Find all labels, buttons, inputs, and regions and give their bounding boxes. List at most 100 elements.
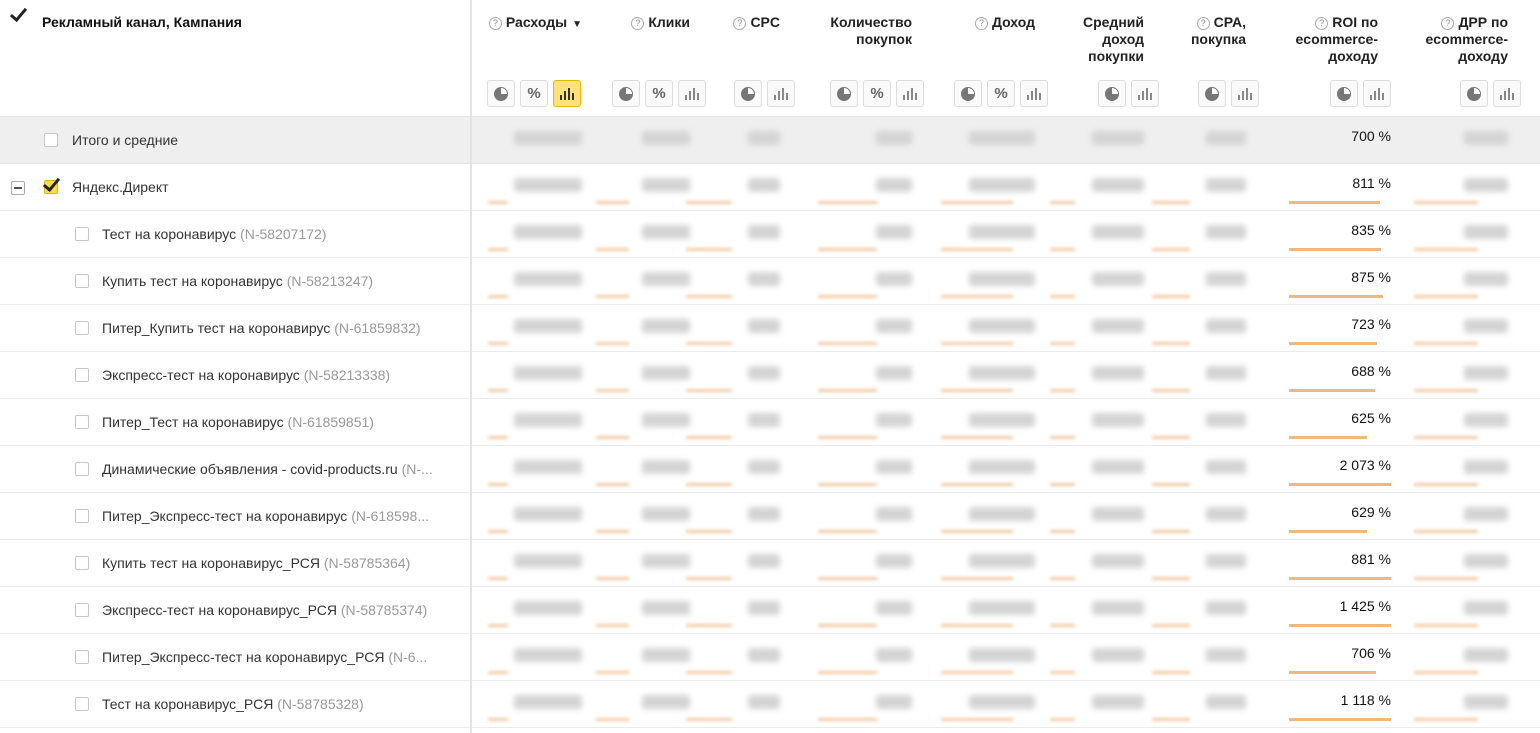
value-bar xyxy=(596,530,629,533)
roi-bar xyxy=(1289,624,1391,627)
pie-view-button[interactable] xyxy=(612,80,640,107)
column-title-clicks[interactable]: ? Клики xyxy=(631,14,690,31)
value-bar xyxy=(1414,436,1478,439)
campaign-checkbox[interactable] xyxy=(75,556,89,570)
help-icon[interactable]: ? xyxy=(1441,17,1455,30)
bars-view-button[interactable] xyxy=(1231,80,1259,107)
column-title-roi[interactable]: ? ROI по ecommerce-доходу xyxy=(1296,14,1379,65)
pie-view-button[interactable] xyxy=(1460,80,1488,107)
total-label: Итого и средние xyxy=(72,132,179,148)
value-bar xyxy=(818,248,877,251)
pie-view-button[interactable] xyxy=(954,80,982,107)
campaign-name[interactable]: Тест на коронавирус_РСЯ (N-58785328) xyxy=(102,696,364,712)
campaign-checkbox[interactable] xyxy=(75,274,89,288)
help-icon[interactable]: ? xyxy=(733,17,747,30)
percent-view-button[interactable]: % xyxy=(645,80,673,107)
pie-view-button[interactable] xyxy=(487,80,515,107)
percent-view-button[interactable]: % xyxy=(520,80,548,107)
pie-chart-icon xyxy=(1337,86,1351,101)
value-bar xyxy=(1152,436,1190,439)
campaign-checkbox[interactable] xyxy=(75,321,89,335)
blurred-value xyxy=(1206,272,1246,286)
campaign-name[interactable]: Питер_Тест на коронавирус (N-61859851) xyxy=(102,414,374,430)
blurred-value xyxy=(876,366,912,380)
campaign-checkbox[interactable] xyxy=(75,603,89,617)
pie-chart-icon xyxy=(619,86,633,101)
bars-view-button[interactable] xyxy=(553,80,581,107)
select-all-checkbox[interactable] xyxy=(12,11,26,25)
blurred-value xyxy=(1206,319,1246,333)
value-bar xyxy=(686,624,732,627)
column-title-drr[interactable]: ? ДРР по ecommerce-доходу xyxy=(1426,14,1509,65)
value-bar xyxy=(1414,389,1478,392)
blurred-value xyxy=(514,648,582,662)
pie-view-button[interactable] xyxy=(1330,80,1358,107)
pie-view-button[interactable] xyxy=(734,80,762,107)
sort-desc-icon[interactable]: ▼ xyxy=(572,19,582,30)
pie-chart-icon xyxy=(494,86,508,101)
bars-view-button[interactable] xyxy=(1493,80,1521,107)
percent-icon: % xyxy=(870,85,884,102)
help-icon[interactable]: ? xyxy=(488,17,502,30)
campaign-name[interactable]: Тест на коронавирус (N-58207172) xyxy=(102,226,326,242)
column-title-revenue[interactable]: ? Доход xyxy=(974,14,1035,31)
value-bar xyxy=(488,718,508,721)
dimension-header-title[interactable]: Рекламный канал, Кампания xyxy=(42,14,242,30)
campaign-name[interactable]: Экспресс-тест на коронавирус (N-58213338… xyxy=(102,367,390,383)
campaign-name[interactable]: Экспресс-тест на коронавирус_РСЯ (N-5878… xyxy=(102,602,427,618)
bars-view-button[interactable] xyxy=(678,80,706,107)
collapse-icon[interactable] xyxy=(11,181,25,195)
percent-view-button[interactable]: % xyxy=(987,80,1015,107)
value-bar xyxy=(686,295,732,298)
help-icon[interactable]: ? xyxy=(1315,17,1329,30)
campaign-name[interactable]: Питер_Купить тест на коронавирус (N-6185… xyxy=(102,320,421,336)
help-icon[interactable]: ? xyxy=(1196,17,1210,30)
column-title-avg_revenue[interactable]: Средний доход покупки xyxy=(1083,14,1144,65)
value-bar xyxy=(686,530,732,533)
pie-view-button[interactable] xyxy=(1098,80,1126,107)
value-bar xyxy=(686,718,732,721)
value-bar xyxy=(1414,248,1478,251)
pie-view-button[interactable] xyxy=(1198,80,1226,107)
group-checkbox[interactable] xyxy=(44,180,58,194)
column-view-buttons: % xyxy=(487,80,581,107)
campaign-row-label: Питер_Купить тест на коронавирус (N-6185… xyxy=(0,305,470,352)
value-bar xyxy=(818,436,877,439)
column-title-spend[interactable]: ? Расходы ▼ xyxy=(488,14,582,33)
campaign-name[interactable]: Питер_Экспресс-тест на коронавирус_РСЯ (… xyxy=(102,649,427,665)
campaign-checkbox[interactable] xyxy=(75,650,89,664)
blurred-value xyxy=(876,225,912,239)
value-bar xyxy=(488,389,508,392)
percent-view-button[interactable]: % xyxy=(863,80,891,107)
blurred-value xyxy=(514,413,582,427)
campaign-name[interactable]: Купить тест на коронавирус_РСЯ (N-587853… xyxy=(102,555,410,571)
campaign-name[interactable]: Питер_Экспресс-тест на коронавирус (N-61… xyxy=(102,508,429,524)
help-icon[interactable]: ? xyxy=(974,17,988,30)
bars-view-button[interactable] xyxy=(1020,80,1048,107)
help-icon[interactable]: ? xyxy=(631,17,645,30)
column-title-purchases[interactable]: Количество покупок xyxy=(830,14,912,48)
campaign-checkbox[interactable] xyxy=(75,697,89,711)
campaign-name[interactable]: Купить тест на коронавирус (N-58213247) xyxy=(102,273,373,289)
column-title-cpc[interactable]: ? CPC xyxy=(733,14,780,31)
campaign-name[interactable]: Динамические объявления - covid-products… xyxy=(102,461,433,477)
campaign-checkbox[interactable] xyxy=(75,368,89,382)
bars-view-button[interactable] xyxy=(767,80,795,107)
bars-view-button[interactable] xyxy=(1131,80,1159,107)
blurred-value xyxy=(1464,460,1508,474)
percent-icon: % xyxy=(527,85,541,102)
campaign-checkbox[interactable] xyxy=(75,415,89,429)
campaign-id: (N-58213338) xyxy=(303,367,391,383)
column-title-cpa[interactable]: ? CPA, покупка xyxy=(1191,14,1246,48)
blurred-value xyxy=(876,695,912,709)
campaign-checkbox[interactable] xyxy=(75,462,89,476)
campaign-checkbox[interactable] xyxy=(75,227,89,241)
blurred-value xyxy=(514,131,582,145)
pie-view-button[interactable] xyxy=(830,80,858,107)
bars-view-button[interactable] xyxy=(1363,80,1391,107)
bars-view-button[interactable] xyxy=(896,80,924,107)
campaign-checkbox[interactable] xyxy=(75,509,89,523)
campaign-row-label: Купить тест на коронавирус (N-58213247) xyxy=(0,258,470,305)
value-bar xyxy=(941,483,1013,486)
total-checkbox[interactable] xyxy=(44,133,58,147)
